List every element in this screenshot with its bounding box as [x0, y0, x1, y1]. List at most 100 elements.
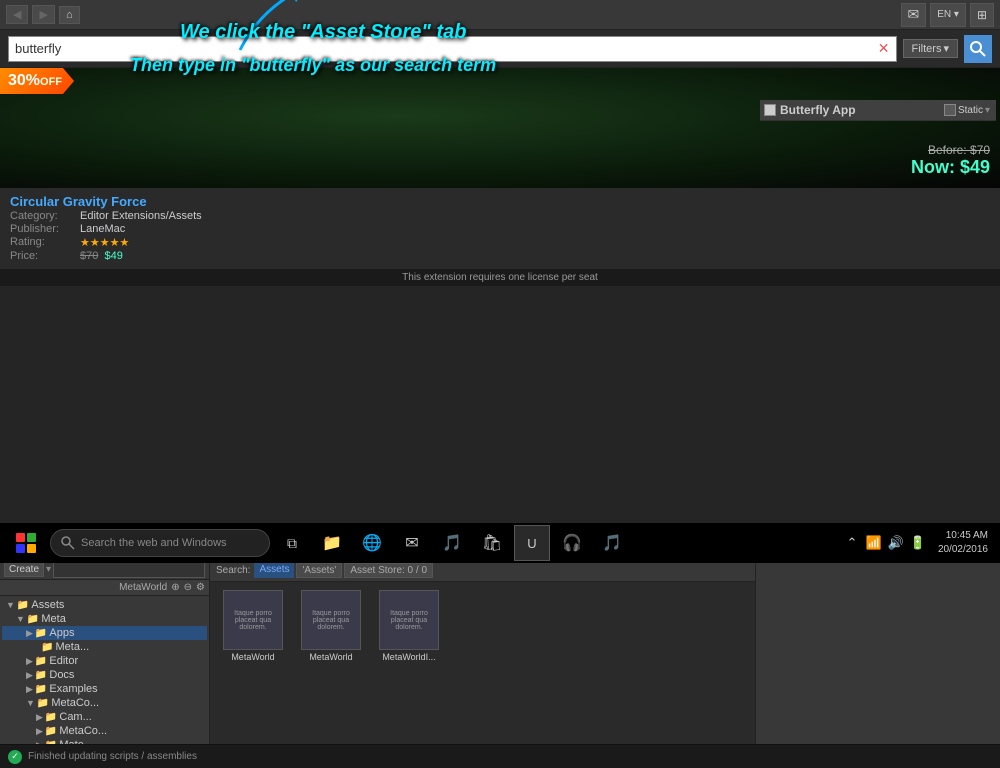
content-thumb-1: Itaque porroplaceat quadolorem.	[223, 590, 283, 650]
static-checkbox[interactable]	[944, 104, 956, 116]
content-item-2[interactable]: Itaque porroplaceat quadolorem. MetaWorl…	[296, 590, 366, 662]
content-name-1: MetaWorld	[231, 652, 274, 662]
taskbar-search[interactable]: Search the web and Windows	[50, 529, 270, 557]
search-clear-button[interactable]: ✕	[878, 40, 890, 57]
filters-button[interactable]: Filters ▾	[903, 39, 958, 58]
start-button[interactable]	[6, 525, 46, 561]
search-taskbar-icon	[61, 536, 75, 550]
price-area: Before: $70 Now: $49	[911, 143, 990, 178]
tree-mate[interactable]: ▶ 📁 Mate...	[2, 738, 207, 744]
static-label: Static	[958, 105, 983, 116]
clock[interactable]: 10:45 AM 20/02/2016	[932, 529, 994, 557]
content-thumb-3: Itaque porroplaceat quadolorem.	[379, 590, 439, 650]
language-button[interactable]: EN ▾	[930, 3, 966, 27]
nav-home-button[interactable]: ⌂	[59, 6, 80, 24]
mail-taskbar-icon[interactable]: ✉	[394, 525, 430, 561]
asset-card-image: 30%OFF Before: $70 Now: $49	[0, 68, 1000, 188]
rating-label: Rating:	[10, 236, 80, 249]
content-item-3[interactable]: Itaque porroplaceat quadolorem. MetaWorl…	[374, 590, 444, 662]
project-create-button[interactable]: Create	[4, 562, 44, 577]
folder-icon: 📁	[27, 614, 39, 625]
project-tree: ▼ 📁 Assets ▼ 📁 Meta ▶ 📁 Apps 📁	[0, 596, 209, 744]
nav-forward-button[interactable]: ▶	[32, 5, 54, 24]
inspector-bottom	[755, 540, 1000, 744]
tree-metacontent[interactable]: ▼ 📁 MetaCo...	[2, 696, 207, 710]
price-current: Now: $49	[911, 157, 990, 178]
tray-up-arrow[interactable]: ⌃	[842, 533, 862, 553]
tree-examples[interactable]: ▶ 📁 Examples	[2, 682, 207, 696]
unity-icon[interactable]: U	[514, 525, 550, 561]
content-grid: Itaque porroplaceat quadolorem. MetaWorl…	[210, 582, 755, 744]
tree-item-label: MetaCo...	[51, 697, 99, 709]
tray-volume-icon[interactable]: 🔊	[886, 533, 906, 553]
tree-meta-sub[interactable]: 📁 Meta...	[2, 640, 207, 654]
tree-arrow-icon: ▶	[36, 740, 43, 745]
object-enabled-checkbox[interactable]	[764, 104, 776, 116]
asset-price-row: Price: $70 $49	[10, 250, 990, 262]
price-before: Before: $70	[911, 143, 990, 157]
content-item-1[interactable]: Itaque porroplaceat quadolorem. MetaWorl…	[218, 590, 288, 662]
asset-card-info: Circular Gravity Force Category: Editor …	[0, 188, 1000, 269]
folder-icon: 📁	[45, 712, 57, 723]
tree-metaco[interactable]: ▶ 📁 MetaCo...	[2, 724, 207, 738]
headphones-icon[interactable]: 🎧	[554, 525, 590, 561]
tree-meta[interactable]: ▼ 📁 Meta	[2, 612, 207, 626]
windows-logo-icon	[16, 533, 36, 553]
nav-back-button[interactable]: ◀	[6, 5, 28, 24]
tree-arrow-icon: ▶	[26, 628, 33, 639]
filters-chevron-icon: ▾	[943, 42, 949, 55]
search-go-button[interactable]	[964, 35, 992, 63]
tree-docs[interactable]: ▶ 📁 Docs	[2, 668, 207, 682]
search-input[interactable]	[15, 41, 878, 56]
media-player-icon[interactable]: 🎵	[434, 525, 470, 561]
tree-arrow-icon: ▶	[26, 656, 33, 667]
tree-item-label: MetaCo...	[59, 725, 107, 737]
folder-icon: 📁	[45, 740, 57, 745]
assets-tab-bar: Search: Assets 'Assets' Asset Store: 0 /…	[210, 560, 755, 582]
tree-arrow-icon: ▶	[26, 670, 33, 681]
expand-icon: ⊕	[171, 582, 179, 593]
tree-editor[interactable]: ▶ 📁 Editor	[2, 654, 207, 668]
assets-tab-group: Assets 'Assets' Asset Store: 0 / 0	[254, 563, 433, 578]
assets-tab-active[interactable]: Assets	[254, 563, 294, 578]
project-content: MetaWorld ⊕ ⊖ ⚙ ▼ 📁 Assets ▼ 📁 Meta ▶	[0, 580, 209, 744]
taskview-button[interactable]: ⧉	[274, 525, 310, 561]
asset-category-row: Category: Editor Extensions/Assets	[10, 210, 990, 222]
tree-apps[interactable]: ▶ 📁 Apps	[2, 626, 207, 640]
discount-value: 30%	[8, 72, 40, 89]
project-search-input[interactable]	[53, 562, 205, 578]
settings-icon: ⚙	[196, 582, 205, 593]
content-main-panel: MetaWorld ⊕ ⊖ ⚙ Search: Assets 'Assets' …	[210, 540, 755, 744]
taskbar: Search the web and Windows ⧉ 📁 🌐 ✉ 🎵 🛍 U…	[0, 523, 1000, 563]
status-icon	[8, 750, 22, 764]
assets-store-tab[interactable]: Asset Store: 0 / 0	[344, 563, 433, 578]
store-icon[interactable]: 🛍	[474, 525, 510, 561]
spotify-icon[interactable]: 🎵	[594, 525, 630, 561]
tree-item-label: Mate...	[59, 739, 93, 744]
center-panel: Scene Game Asset Store ◀ ▶ ⌂ ✉ EN ▾ ⊞	[210, 76, 755, 539]
search-input-wrap[interactable]: ✕	[8, 36, 897, 62]
explorer-icon[interactable]: 📁	[314, 525, 350, 561]
folder-icon: 📁	[35, 628, 47, 639]
category-label: Category:	[10, 210, 80, 222]
publisher-label: Publisher:	[10, 223, 80, 235]
search-bar: ✕ Filters ▾	[0, 30, 1000, 68]
rating-value: ★★★★★	[80, 236, 129, 249]
mail-button[interactable]: ✉	[901, 3, 927, 27]
folder-icon: 📁	[35, 684, 47, 695]
thumb-inner: Itaque porroplaceat quadolorem.	[388, 608, 430, 633]
assets-tab-2[interactable]: 'Assets'	[296, 563, 342, 578]
tree-item-label: Apps	[49, 627, 74, 639]
tree-item-label: Meta...	[56, 641, 90, 653]
chrome-icon[interactable]: 🌐	[354, 525, 390, 561]
tray-network-icon[interactable]: 📶	[864, 533, 884, 553]
tree-arrow-icon: ▶	[36, 726, 43, 737]
project-path: MetaWorld	[119, 582, 167, 593]
discount-badge: 30%OFF	[0, 68, 74, 94]
asset-store-nav: ◀ ▶ ⌂ ✉ EN ▾ ⊞	[0, 0, 1000, 30]
asset-publisher-row: Publisher: LaneMac	[10, 223, 990, 235]
tree-cam[interactable]: ▶ 📁 Cam...	[2, 710, 207, 724]
tree-assets[interactable]: ▼ 📁 Assets	[2, 598, 207, 612]
tray-battery-icon[interactable]: 🔋	[908, 533, 928, 553]
grid-button[interactable]: ⊞	[970, 3, 994, 27]
